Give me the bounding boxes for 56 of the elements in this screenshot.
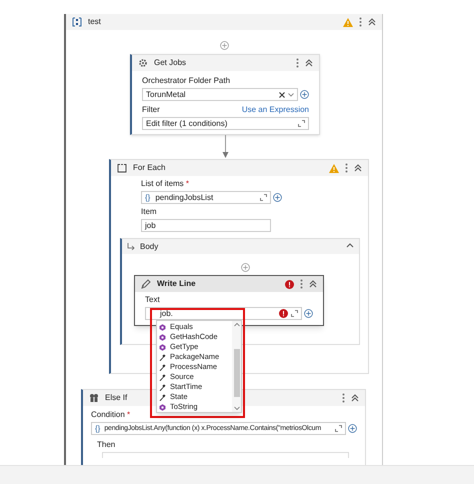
add-icon[interactable] [304,309,313,318]
cube-icon [159,334,166,340]
cube-icon [159,404,166,410]
list-field[interactable]: {} pendingJobsList [141,191,271,204]
expand-icon[interactable] [298,120,305,127]
branch-arrow-icon [127,243,135,250]
clear-icon[interactable] [279,92,285,98]
item-field[interactable]: job [141,219,271,232]
chevron-down-icon [288,92,294,96]
folder-dropdown[interactable]: TorunMetal [142,88,298,101]
more-icon[interactable] [342,393,345,403]
filter-field[interactable]: Edit filter (1 conditions) [142,117,309,130]
field-label: Orchestrator Folder Path [142,76,232,86]
add-icon[interactable] [348,424,357,433]
add-icon[interactable] [273,193,282,202]
scroll-down-icon[interactable] [234,404,240,412]
card-title: Write Line [157,279,196,289]
more-icon[interactable] [345,163,348,173]
pencil-icon [141,279,151,289]
cube-icon [159,344,166,350]
body-title: Body [140,240,160,252]
collapse-icon[interactable] [354,164,362,172]
collapse-icon[interactable] [309,280,317,288]
scroll-up-icon[interactable] [234,321,240,329]
sequence-icon [72,17,82,27]
card-title: Else If [105,393,128,403]
field-label: List of items * [141,179,190,189]
scrollbar[interactable] [232,321,241,412]
add-activity-icon[interactable] [241,263,250,272]
field-label: Filter [142,105,160,115]
more-icon[interactable] [296,58,299,68]
add-icon[interactable] [300,90,309,99]
cube-icon [159,324,166,330]
collapse-icon[interactable] [351,394,359,402]
more-icon[interactable] [359,17,362,27]
expand-icon[interactable] [260,194,267,201]
collapse-icon[interactable] [368,18,376,26]
expression-link[interactable]: Use an Expression [242,105,309,115]
card-title: Get Jobs [154,58,186,68]
gear-icon [138,58,148,68]
branch-icon [89,393,99,403]
scroll-thumb[interactable] [234,349,240,397]
field-label: Item [141,207,158,217]
card-title: test [88,17,101,27]
expand-icon[interactable] [335,425,342,432]
expand-icon[interactable] [291,310,298,317]
more-icon[interactable] [300,279,303,289]
add-activity-icon[interactable] [220,41,229,50]
collapse-icon[interactable] [305,59,313,67]
field-label: Then [97,440,116,450]
loop-icon [117,163,127,173]
field-label: Condition * [91,410,132,420]
field-label: Text [145,295,161,305]
connector-arrow [222,135,228,159]
text-field[interactable]: job. [145,307,302,320]
card-title: For Each [133,163,166,173]
